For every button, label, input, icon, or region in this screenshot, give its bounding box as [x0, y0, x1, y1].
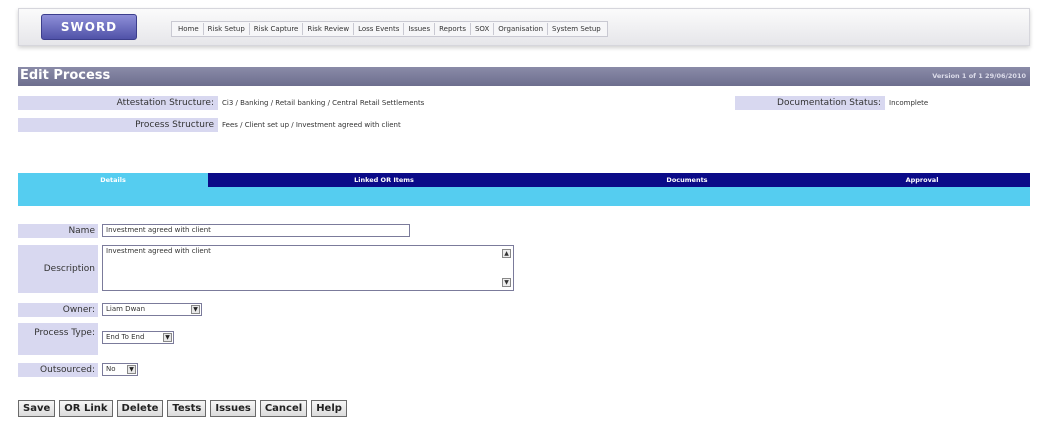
documentation-status-label: Documentation Status: [735, 96, 885, 110]
version-info: Version 1 of 1 29/06/2010 [932, 72, 1026, 80]
outsourced-label: Outsourced: [18, 363, 98, 377]
delete-button[interactable]: Delete [116, 400, 164, 417]
name-label: Name [18, 224, 98, 238]
name-input[interactable]: Investment agreed with client [102, 224, 410, 237]
owner-value: Liam Dwan [106, 305, 146, 313]
or-link-button[interactable]: OR Link [59, 400, 113, 417]
nav-sox[interactable]: SOX [471, 23, 495, 35]
chevron-down-icon[interactable]: ▼ [163, 333, 172, 342]
description-textarea[interactable]: Investment agreed with client ▲ ▼ [102, 245, 514, 291]
nav-issues[interactable]: Issues [404, 23, 436, 35]
process-type-value: End To End [106, 333, 145, 341]
help-button[interactable]: Help [311, 400, 347, 417]
nav-risk-capture[interactable]: Risk Capture [250, 23, 304, 35]
nav-organisation[interactable]: Organisation [494, 23, 549, 35]
chevron-down-icon[interactable]: ▼ [127, 365, 136, 374]
tab-details[interactable]: Details [18, 173, 208, 187]
cancel-button[interactable]: Cancel [259, 400, 308, 417]
process-structure-value: Fees / Client set up / Investment agreed… [222, 121, 401, 129]
process-type-select[interactable]: End To End ▼ [102, 331, 174, 344]
edit-process-titlebar: Edit Process Version 1 of 1 29/06/2010 [18, 67, 1030, 86]
nav-risk-setup[interactable]: Risk Setup [204, 23, 250, 35]
nav-risk-review[interactable]: Risk Review [303, 23, 355, 35]
sword-logo[interactable]: SWORD [41, 14, 137, 40]
description-text: Investment agreed with client [106, 247, 211, 255]
main-nav: Home Risk Setup Risk Capture Risk Review… [171, 21, 608, 37]
nav-reports[interactable]: Reports [435, 23, 471, 35]
action-buttons: Save OR Link Delete Tests Issues Cancel … [18, 400, 347, 417]
nav-system-setup[interactable]: System Setup [548, 23, 605, 35]
description-label: Description [18, 245, 98, 293]
nav-home[interactable]: Home [174, 23, 204, 35]
nav-loss-events[interactable]: Loss Events [354, 23, 405, 35]
scroll-down-icon[interactable]: ▼ [502, 278, 511, 287]
tab-documents[interactable]: Documents [560, 173, 814, 187]
owner-select[interactable]: Liam Dwan ▼ [102, 303, 202, 316]
documentation-status-value: Incomplete [889, 99, 929, 107]
scroll-up-icon[interactable]: ▲ [502, 249, 511, 258]
outsourced-select[interactable]: No ▼ [102, 363, 138, 376]
tab-linked-or-items[interactable]: Linked OR Items [208, 173, 560, 187]
process-structure-label: Process Structure [18, 118, 218, 132]
chevron-down-icon[interactable]: ▼ [191, 305, 200, 314]
page-title: Edit Process [20, 68, 111, 83]
top-header: SWORD Home Risk Setup Risk Capture Risk … [18, 8, 1030, 46]
tab-strip: Details Linked OR Items Documents Approv… [18, 173, 1030, 206]
save-button[interactable]: Save [18, 400, 56, 417]
issues-button[interactable]: Issues [210, 400, 256, 417]
attestation-structure-value: Ci3 / Banking / Retail banking / Central… [222, 99, 425, 107]
attestation-structure-label: Attestation Structure: [18, 96, 218, 110]
outsourced-value: No [106, 365, 116, 373]
process-type-label: Process Type: [18, 323, 98, 355]
tab-approval[interactable]: Approval [814, 173, 1030, 187]
owner-label: Owner: [18, 303, 98, 317]
tests-button[interactable]: Tests [167, 400, 207, 417]
